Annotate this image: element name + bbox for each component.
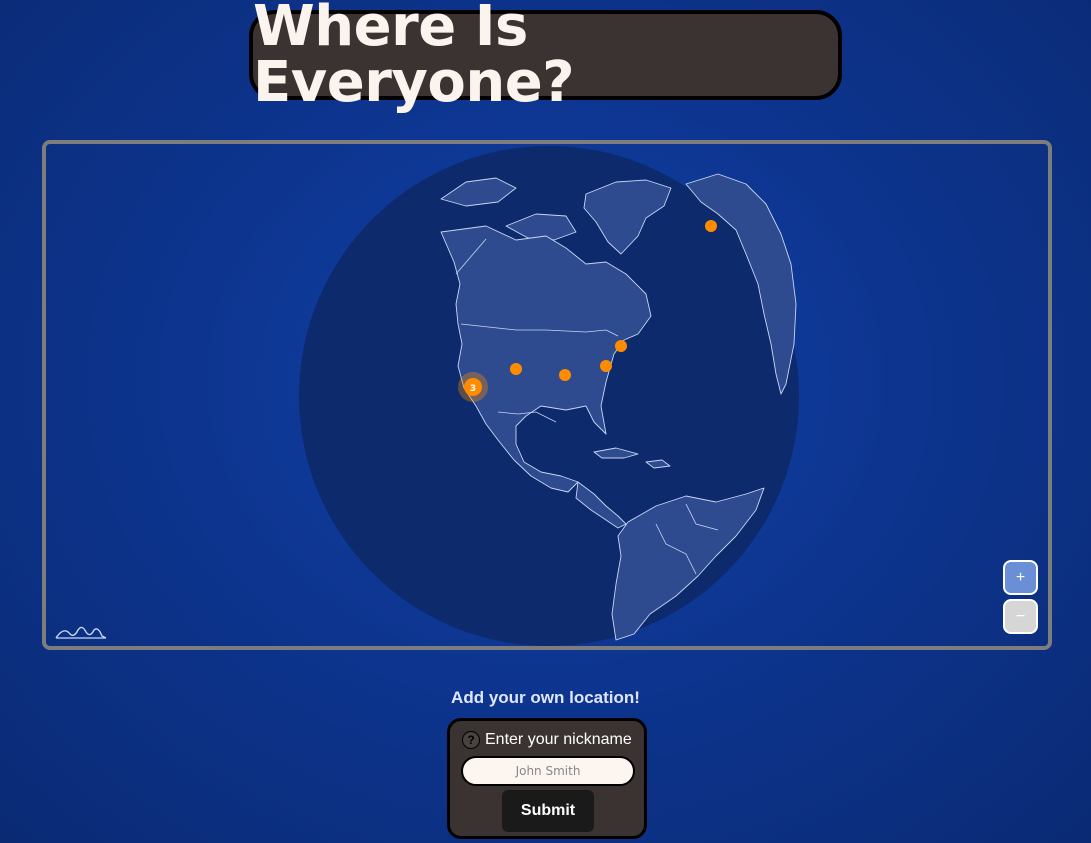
globe-canvas[interactable]: 3 bbox=[46, 144, 1048, 646]
globe-map[interactable]: 3 + − bbox=[42, 140, 1052, 650]
nickname-form: ? Enter your nickname Submit bbox=[447, 718, 647, 839]
cluster-count: 3 bbox=[470, 384, 476, 394]
location-marker[interactable] bbox=[705, 220, 717, 232]
add-location-heading: Add your own location! bbox=[451, 688, 640, 707]
nickname-label: Enter your nickname bbox=[485, 731, 632, 748]
zoom-in-button[interactable]: + bbox=[1003, 560, 1038, 595]
location-marker[interactable] bbox=[600, 360, 612, 372]
zoom-out-button[interactable]: − bbox=[1003, 599, 1038, 634]
title-banner: Where Is Everyone? bbox=[249, 0, 842, 111]
page-title: Where Is Everyone? bbox=[253, 0, 575, 115]
map-logo-icon bbox=[55, 626, 107, 639]
nickname-label-row: ? Enter your nickname bbox=[462, 731, 632, 749]
location-marker[interactable] bbox=[559, 369, 571, 381]
submit-button[interactable]: Submit bbox=[502, 790, 594, 832]
location-marker[interactable] bbox=[510, 363, 522, 375]
location-marker[interactable] bbox=[615, 340, 627, 352]
marker-cluster[interactable]: 3 bbox=[458, 372, 488, 402]
help-icon[interactable]: ? bbox=[462, 731, 480, 749]
nickname-input[interactable] bbox=[461, 756, 635, 786]
